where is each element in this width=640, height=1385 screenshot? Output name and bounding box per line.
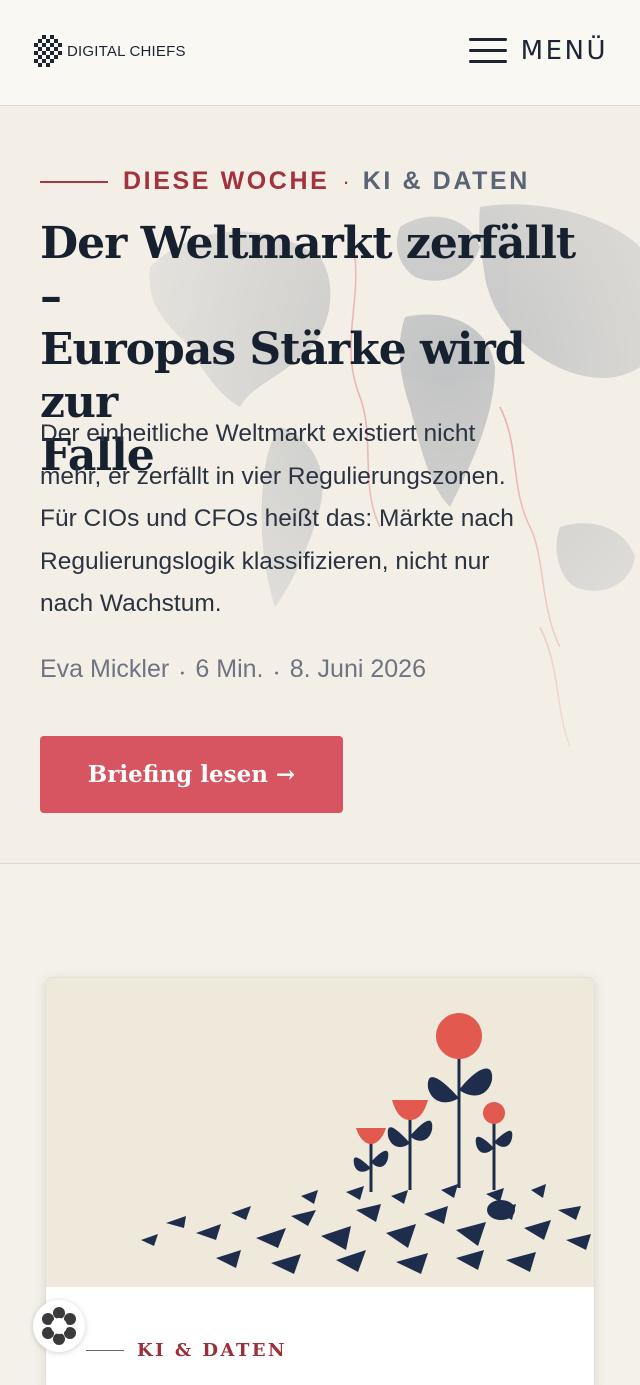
card-category: KI & DATEN [86, 1340, 287, 1361]
kicker-section: DIESE WOCHE [123, 167, 330, 195]
hamburger-icon [468, 38, 507, 64]
hero-teaser: Der einheitliche Weltmarkt existiert nic… [40, 413, 600, 626]
menu-button[interactable]: MENÜ [468, 36, 608, 66]
headline-line: Der Weltmarkt zerfällt – [40, 218, 576, 322]
teaser-line: mehr, er zerfällt in vier Regulierungszo… [40, 462, 506, 490]
checker-globe-icon [34, 35, 62, 67]
article-meta: Eva Mickler ● 6 Min. ● 8. Juni 2026 [40, 655, 426, 684]
meta-separator: ● [180, 670, 185, 677]
site-header: DIGITAL CHIEFS MENÜ [0, 0, 640, 106]
logo[interactable]: DIGITAL CHIEFS [34, 33, 186, 69]
hero-section: DIESE WOCHE · KI & DATEN Der Weltmarkt z… [0, 107, 640, 864]
card-category-label[interactable]: KI & DATEN [137, 1340, 287, 1361]
card-illustration [46, 978, 594, 1287]
article-card[interactable]: KI & DATEN [45, 977, 595, 1385]
teaser-line: Regulierungslogik klassifizieren, nicht … [40, 547, 490, 575]
logo-text: DIGITAL CHIEFS [67, 42, 186, 60]
teaser-line: nach Wachstum. [40, 590, 222, 617]
kicker-divider [40, 180, 108, 183]
teaser-line: Für CIOs und CFOs heißt das: Märkte nach [40, 505, 514, 532]
read-time: 6 Min. [195, 655, 264, 683]
menu-label: MENÜ [520, 36, 608, 66]
kicker-category[interactable]: KI & DATEN [363, 167, 530, 196]
read-briefing-button[interactable]: Briefing lesen → [40, 736, 343, 813]
hero-kicker: DIESE WOCHE · KI & DATEN [40, 167, 530, 196]
author-name[interactable]: Eva Mickler [40, 655, 169, 684]
category-divider [86, 1349, 124, 1352]
meta-separator: ● [274, 670, 279, 677]
cookie-settings-icon [42, 1307, 76, 1345]
cookie-settings-button[interactable] [33, 1300, 85, 1352]
teaser-line: Der einheitliche Weltmarkt existiert nic… [40, 420, 476, 447]
kicker-separator: · [342, 168, 350, 194]
publish-date: 8. Juni 2026 [289, 655, 426, 683]
